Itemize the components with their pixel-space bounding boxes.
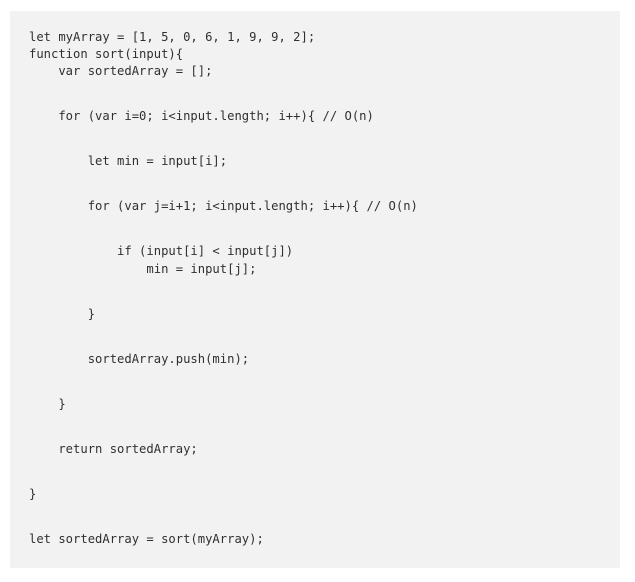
code-line-7: if (input[i] < input[j]) bbox=[29, 244, 294, 258]
code-line-10: sortedArray.push(min); bbox=[29, 352, 250, 366]
code-line-12: return sortedArray; bbox=[29, 442, 198, 456]
code-line-6: for (var j=i+1; i<input.length; i++){ //… bbox=[29, 199, 418, 213]
code-line-4: for (var i=0; i<input.length; i++){ // O… bbox=[29, 109, 374, 123]
code-line-14: let sortedArray = sort(myArray); bbox=[29, 532, 264, 546]
code-line-9: } bbox=[29, 307, 96, 321]
code-line-5: let min = input[i]; bbox=[29, 154, 228, 168]
code-block: let myArray = [1, 5, 0, 6, 1, 9, 9, 2]; … bbox=[10, 11, 620, 568]
code-line-2: function sort(input){ bbox=[29, 47, 184, 61]
code-line-1: let myArray = [1, 5, 0, 6, 1, 9, 9, 2]; bbox=[29, 30, 316, 44]
code-line-11: } bbox=[29, 397, 66, 411]
code-line-13: } bbox=[29, 487, 37, 501]
code-line-3: var sortedArray = []; bbox=[29, 64, 213, 78]
code-line-8: min = input[j]; bbox=[29, 262, 257, 276]
